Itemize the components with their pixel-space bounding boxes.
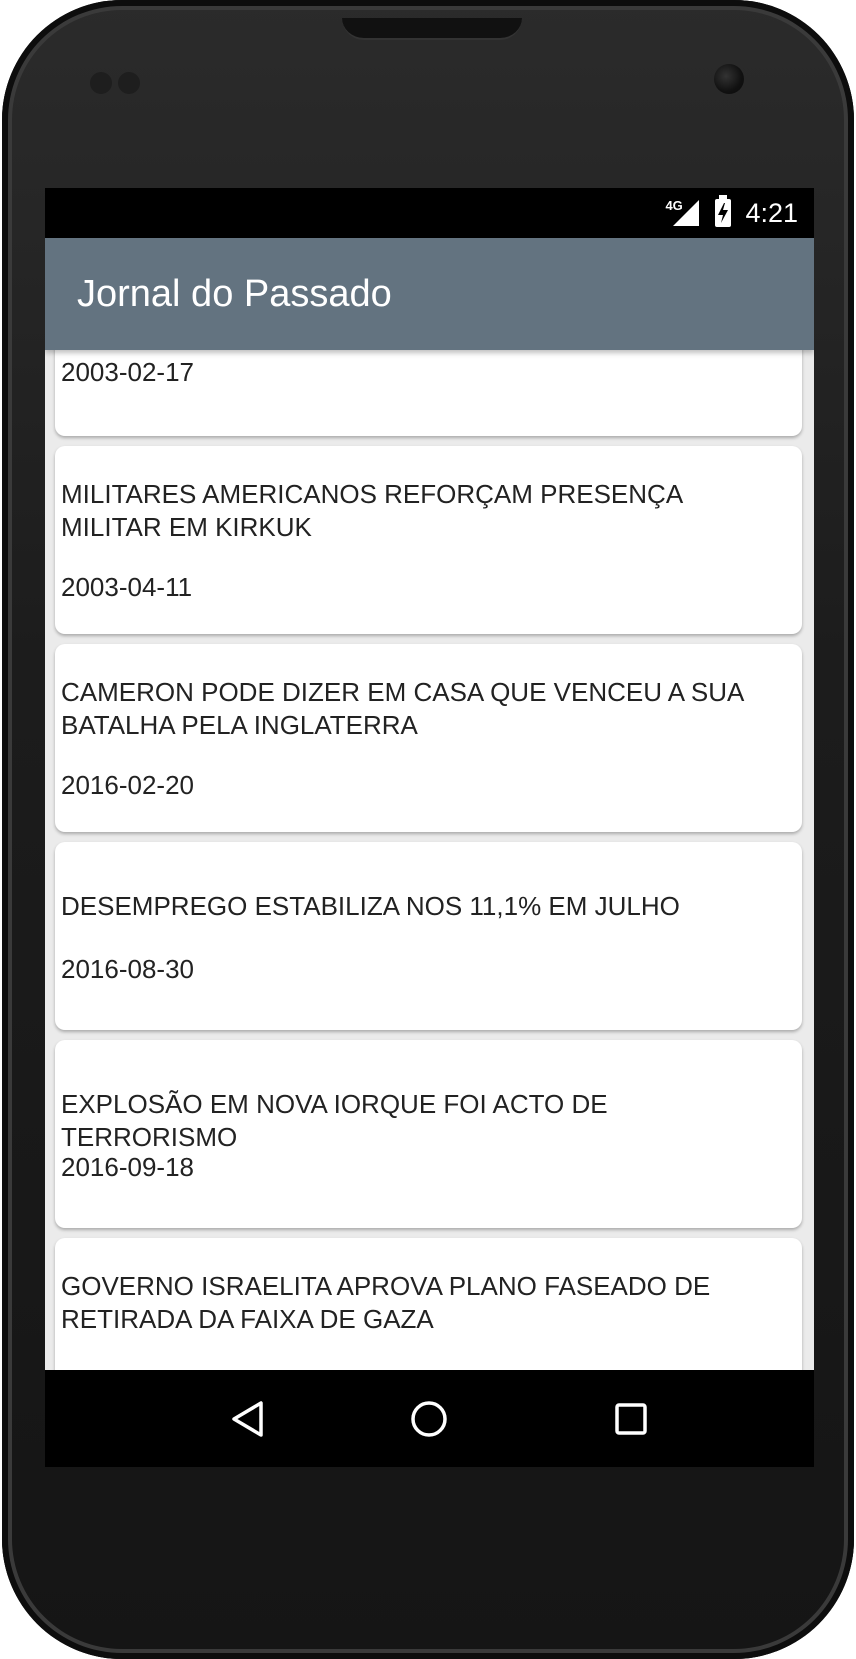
recents-button[interactable] [571,1370,691,1467]
speaker-grille [342,18,522,40]
news-date: 2016-08-30 [61,954,194,984]
news-list[interactable]: 2003-02-17 MILITARES AMERICANOS REFORÇAM… [45,350,814,1370]
recents-square-icon [615,1402,647,1435]
news-card[interactable]: DESEMPREGO ESTABILIZA NOS 11,1% EM JULHO… [55,842,802,1030]
news-headline: EXPLOSÃO EM NOVA IORQUE FOI ACTO DE TERR… [61,1089,608,1152]
news-card[interactable]: CAMERON PODE DIZER EM CASA QUE VENCEU A … [55,644,802,832]
app-title: Jornal do Passado [77,273,392,315]
device-frame: 4G 4:21 Jornal do Passado 2003-02-17 MIL… [2,0,854,1659]
news-headline: DESEMPREGO ESTABILIZA NOS 11,1% EM JULHO [61,891,680,921]
status-clock: 4:21 [745,197,798,228]
news-card[interactable]: EXPLOSÃO EM NOVA IORQUE FOI ACTO DE TERR… [55,1040,802,1228]
news-headline: CAMERON PODE DIZER EM CASA QUE VENCEU A … [61,677,743,740]
news-date: 2016-02-20 [61,770,194,800]
back-triangle-icon [232,1400,263,1437]
news-card[interactable]: 2003-02-17 [55,350,802,436]
navigation-bar [45,1370,814,1467]
front-camera [714,64,744,94]
back-button[interactable] [188,1370,308,1467]
news-date: 2016-09-18 [61,1152,194,1182]
news-card[interactable]: MILITARES AMERICANOS REFORÇAM PRESENÇA M… [55,446,802,634]
app-bar: Jornal do Passado [45,238,814,350]
news-date: 2003-02-17 [61,357,194,387]
news-card[interactable]: GOVERNO ISRAELITA APROVA PLANO FASEADO D… [55,1238,802,1370]
news-headline: GOVERNO ISRAELITA APROVA PLANO FASEADO D… [61,1271,711,1334]
news-headline: MILITARES AMERICANOS REFORÇAM PRESENÇA M… [61,479,682,542]
battery-charging-icon [715,195,732,227]
cell-signal-icon: 4G [665,198,701,228]
light-sensor [118,72,140,94]
home-button[interactable] [369,1370,489,1467]
screen: 4G 4:21 Jornal do Passado 2003-02-17 MIL… [45,188,814,1467]
status-bar: 4G 4:21 [45,188,814,238]
home-circle-icon [411,1400,447,1437]
news-date: 2003-04-11 [61,572,193,602]
proximity-sensor [90,72,112,94]
